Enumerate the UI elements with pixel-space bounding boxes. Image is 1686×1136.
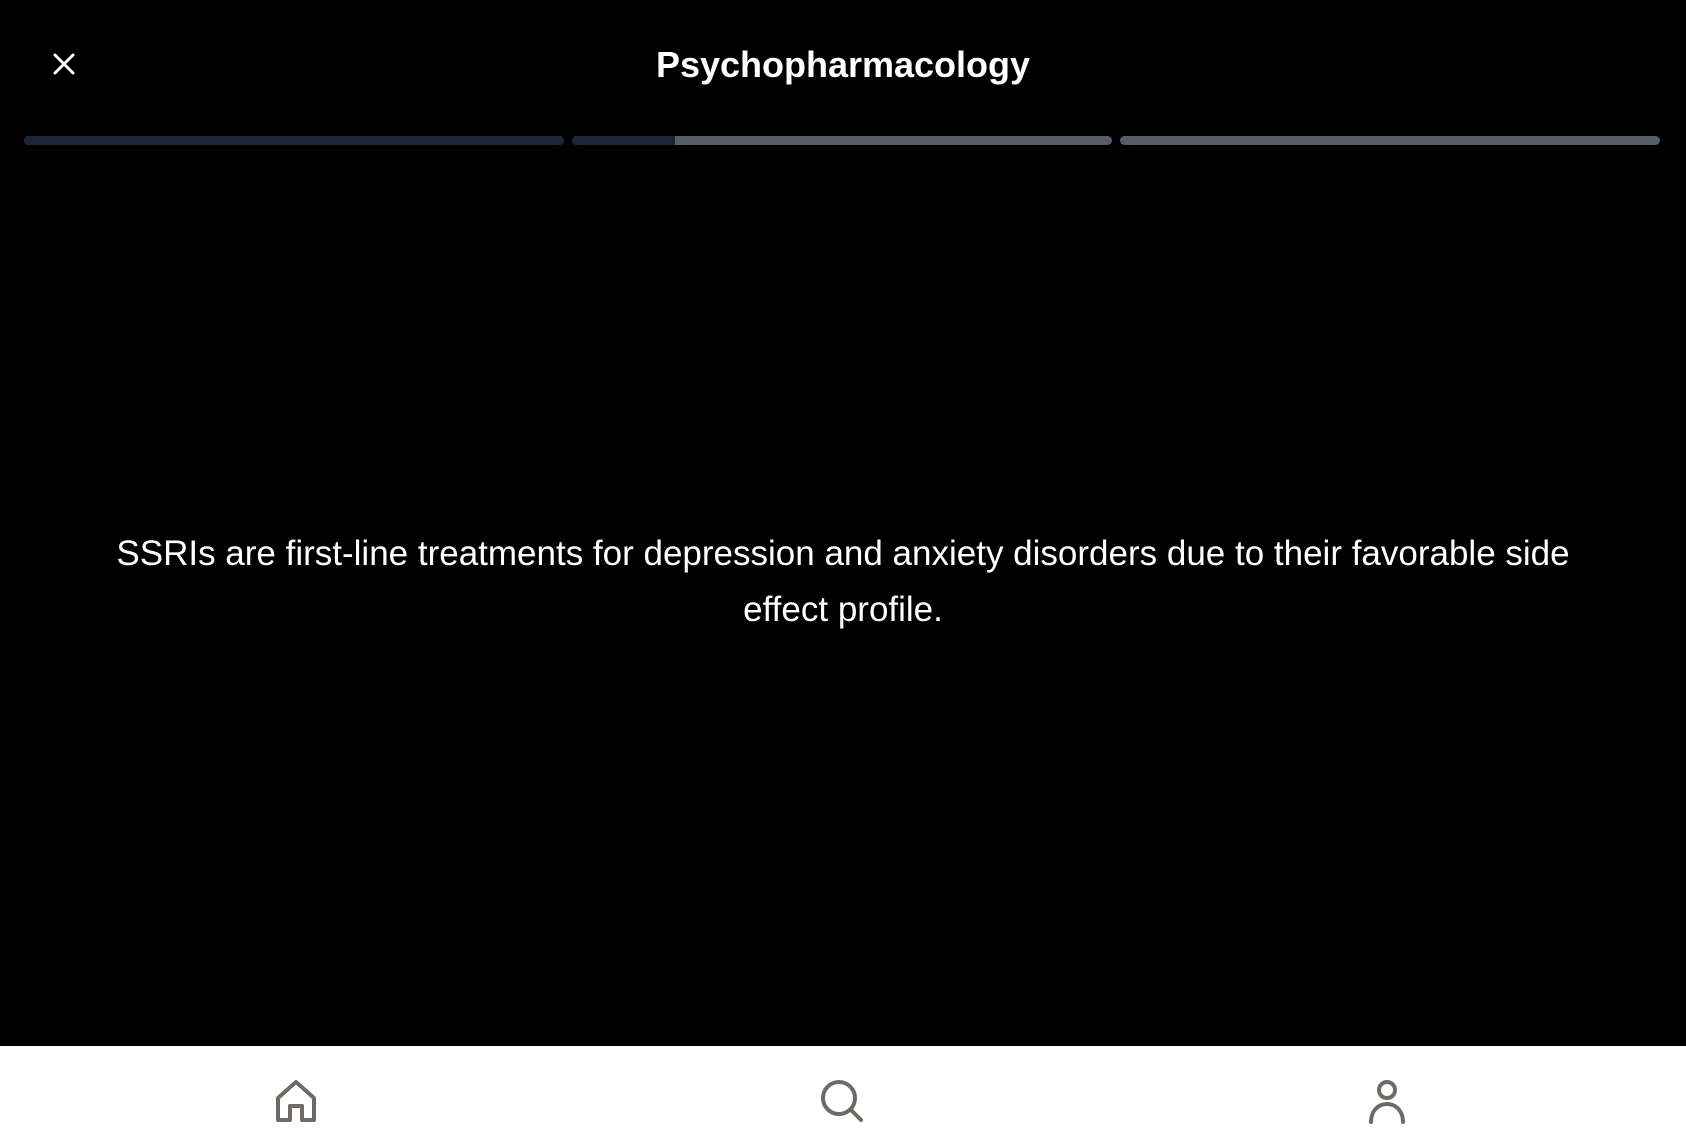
header: Psychopharmacology — [0, 0, 1686, 130]
search-icon — [821, 1080, 863, 1122]
nav-search-button[interactable] — [812, 1078, 872, 1136]
home-icon — [276, 1080, 316, 1122]
progress-segment-3 — [1120, 136, 1660, 145]
nav-profile-button[interactable] — [1357, 1078, 1417, 1136]
nav-home-button[interactable] — [266, 1078, 326, 1136]
progress-bar — [24, 136, 1660, 145]
progress-fill-1 — [24, 136, 564, 145]
progress-segment-1 — [24, 136, 564, 145]
profile-icon — [1369, 1080, 1405, 1124]
progress-fill-2 — [572, 136, 675, 145]
page-title: Psychopharmacology — [655, 44, 1031, 85]
flashcard-text[interactable]: SSRIs are first-line treatments for depr… — [80, 526, 1606, 638]
progress-segment-2 — [572, 136, 1112, 145]
app-screen: Psychopharmacology SSRIs are first-line … — [0, 0, 1686, 1136]
bottom-navigation — [0, 1046, 1686, 1136]
